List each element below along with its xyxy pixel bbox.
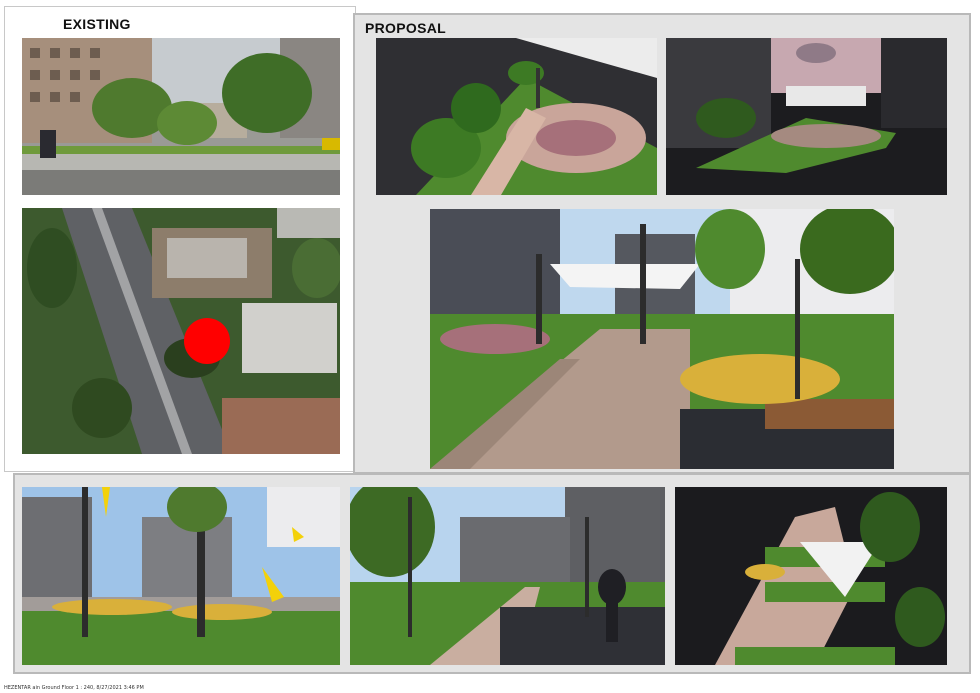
proposal-render-walkway bbox=[350, 487, 665, 665]
existing-street-photo bbox=[22, 38, 340, 195]
proposal-render-main-perspective bbox=[430, 209, 894, 469]
existing-heading: EXISTING bbox=[63, 16, 131, 32]
proposal-render-day-aerial bbox=[376, 38, 657, 195]
drawing-footer-caption: HEZENTAR ain Ground Floor 1 : 240, 8/27/… bbox=[4, 685, 144, 691]
existing-aerial-photo bbox=[22, 208, 340, 454]
proposal-render-flower-garden bbox=[22, 487, 340, 665]
proposal-heading: PROPOSAL bbox=[365, 20, 446, 36]
proposal-render-night-aerial bbox=[666, 38, 947, 195]
site-marker bbox=[184, 318, 230, 364]
proposal-render-night-topdown bbox=[675, 487, 947, 665]
